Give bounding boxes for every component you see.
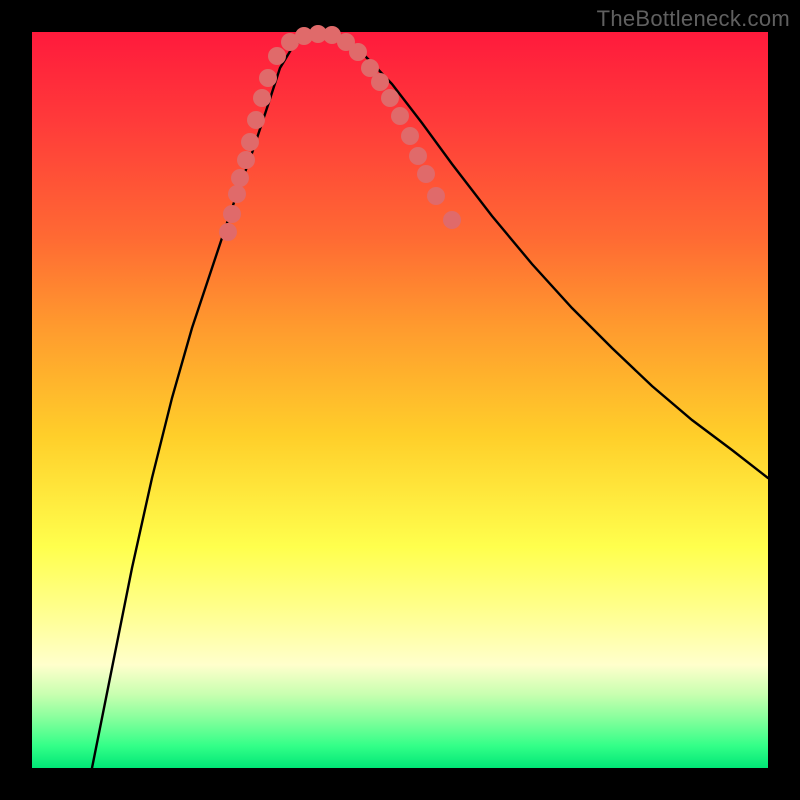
highlight-dot: [241, 133, 259, 151]
highlight-dots: [219, 25, 461, 241]
highlight-dot: [427, 187, 445, 205]
highlight-dot: [223, 205, 241, 223]
highlight-dot: [381, 89, 399, 107]
highlight-dot: [417, 165, 435, 183]
highlight-dot: [247, 111, 265, 129]
watermark-text: TheBottleneck.com: [597, 6, 790, 32]
highlight-dot: [391, 107, 409, 125]
highlight-dot: [253, 89, 271, 107]
highlight-dot: [268, 47, 286, 65]
highlight-dot: [237, 151, 255, 169]
chart-stage: TheBottleneck.com: [0, 0, 800, 800]
highlight-dot: [259, 69, 277, 87]
curve-layer: [32, 32, 768, 768]
highlight-dot: [409, 147, 427, 165]
highlight-dot: [401, 127, 419, 145]
highlight-dot: [231, 169, 249, 187]
highlight-dot: [349, 43, 367, 61]
highlight-dot: [443, 211, 461, 229]
highlight-dot: [228, 185, 246, 203]
highlight-dot: [371, 73, 389, 91]
highlight-dot: [219, 223, 237, 241]
bottleneck-curve: [92, 33, 768, 768]
plot-area: [32, 32, 768, 768]
